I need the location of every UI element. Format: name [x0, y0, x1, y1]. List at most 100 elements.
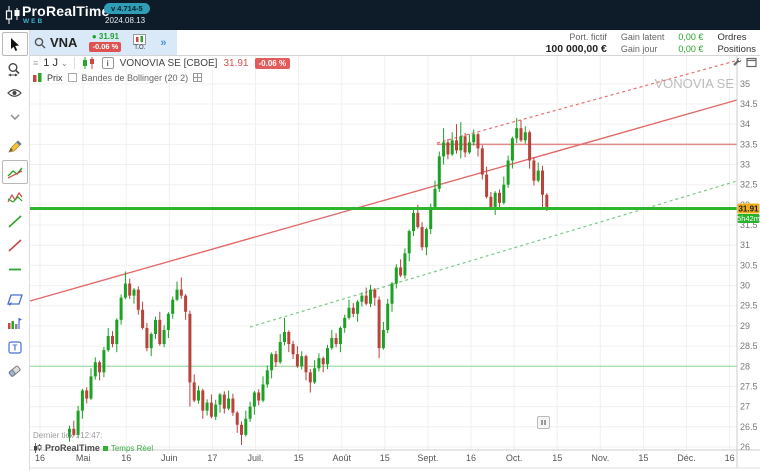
to-icon: [133, 34, 146, 45]
gain-values: 0,00 € 0,00 €: [678, 32, 703, 55]
horizontal-line-tool[interactable]: [3, 258, 27, 280]
polygon-icon: [7, 293, 23, 306]
brand-text: ProRealTime: [45, 443, 100, 453]
svg-text:35: 35: [740, 79, 750, 89]
chart-type-icon[interactable]: [81, 57, 96, 69]
svg-text:33.5: 33.5: [740, 139, 758, 149]
price-legend-label[interactable]: Prix: [47, 73, 63, 83]
svg-text:31: 31: [740, 240, 750, 250]
wrench-icon[interactable]: [731, 57, 742, 68]
svg-text:30: 30: [740, 281, 750, 291]
visibility-tool[interactable]: [3, 82, 27, 104]
svg-text:28: 28: [740, 361, 750, 371]
version-badge: v 4.714-5: [104, 3, 150, 14]
drag-handle-icon[interactable]: ≡: [33, 58, 37, 68]
timeframe-dropdown[interactable]: 1 J ⌄: [43, 57, 67, 69]
instrument-search[interactable]: VNA ● 31.91 -0.06 % T.O. »: [30, 30, 177, 55]
svg-text:29.5: 29.5: [740, 301, 758, 311]
chart-header: ≡ 1 J ⌄ i VONOVIA SE [CBOE] 31.91 -0.06 …: [33, 56, 290, 70]
price-legend-icon: [33, 73, 42, 82]
app-title-bar: ProRealTime WEB v 4.714-5 2024.08.13: [0, 0, 760, 30]
svg-text:27.5: 27.5: [740, 381, 758, 391]
svg-text:Juin: Juin: [161, 453, 178, 463]
app-logo-text: ProRealTime: [22, 3, 110, 19]
positions-link[interactable]: Positions: [717, 44, 756, 55]
last-price-mini: ● 31.91: [92, 33, 119, 41]
green-diagonal-line-icon: [8, 215, 22, 228]
svg-text:30.5: 30.5: [740, 260, 758, 270]
svg-text:Juil.: Juil.: [247, 453, 263, 463]
svg-text:33: 33: [740, 160, 750, 170]
green-horizontal-line-icon: [8, 267, 22, 272]
annotations-tool[interactable]: [3, 312, 27, 334]
patterns-tool[interactable]: [3, 186, 27, 208]
svg-text:15: 15: [638, 453, 648, 463]
red-diagonal-line-icon: [8, 239, 22, 252]
expand-panel-chevron[interactable]: »: [160, 37, 166, 49]
instrument-price: 31.91: [223, 58, 248, 69]
eraser-tool[interactable]: [3, 360, 27, 382]
chevron-down-icon: [10, 114, 20, 120]
eye-icon: [7, 88, 22, 98]
cursor-icon: [8, 37, 22, 52]
svg-text:27: 27: [740, 402, 750, 412]
event-marker-icon[interactable]: [537, 416, 550, 429]
chart-flag-icon: [7, 317, 22, 330]
gain-labels: Gain latent Gain jour: [621, 32, 665, 55]
zoom-tool[interactable]: [3, 58, 27, 80]
svg-text:34: 34: [740, 119, 750, 129]
version-date: 2024.08.13: [105, 16, 145, 25]
drawing-toolbar: T: [0, 30, 30, 471]
bollinger-label[interactable]: Bandes de Bollinger (20 2): [82, 73, 189, 83]
polygon-tool[interactable]: [3, 288, 27, 310]
portfolio-block: Port. fictif 100 000,00 €: [546, 32, 607, 55]
instrument-name: VONOVIA SE [CBOE]: [120, 58, 218, 69]
instrument-watermark: VONOVIA SE: [655, 76, 734, 91]
patterns-icon: [7, 191, 23, 204]
svg-text:Nov.: Nov.: [591, 453, 609, 463]
orders-positions: Ordres Positions: [717, 32, 756, 55]
prorealtime-mini-icon: [33, 443, 42, 453]
search-icon: [34, 37, 46, 49]
svg-text:16: 16: [121, 453, 131, 463]
svg-text:15: 15: [380, 453, 390, 463]
gain-latent-value: 0,00 €: [678, 32, 703, 43]
zoom-horizontal-icon: [7, 62, 22, 77]
realtime-label: Temps Réel: [111, 444, 153, 453]
cursor-tool[interactable]: [2, 32, 28, 56]
svg-text:Déc.: Déc.: [677, 453, 696, 463]
svg-text:Août: Août: [332, 453, 351, 463]
instrument-change-badge: -0.06 %: [255, 58, 291, 69]
svg-text:16: 16: [466, 453, 476, 463]
orders-link[interactable]: Ordres: [717, 32, 746, 43]
indicator-settings-icon[interactable]: [193, 73, 202, 82]
divider: [74, 57, 75, 69]
portfolio-label: Port. fictif: [569, 32, 607, 43]
svg-text:Mai: Mai: [76, 453, 91, 463]
app-logo-sub: WEB: [23, 18, 44, 25]
search-input[interactable]: VNA: [50, 35, 77, 50]
svg-text:32.5: 32.5: [740, 180, 758, 190]
trendlines-tool[interactable]: [2, 160, 28, 184]
axis-tools: [731, 57, 757, 68]
svg-text:29: 29: [740, 321, 750, 331]
text-icon: T: [8, 341, 22, 354]
trading-orders-button[interactable]: T.O.: [133, 34, 146, 51]
pencil-icon: [7, 140, 22, 154]
chart-legend-row: Prix Bandes de Bollinger (20 2): [33, 72, 202, 83]
svg-text:16: 16: [35, 453, 45, 463]
realtime-dot: [103, 446, 108, 451]
svg-text:17: 17: [207, 453, 217, 463]
red-line-tool[interactable]: [3, 234, 27, 256]
draw-tool[interactable]: [3, 136, 27, 158]
collapse-toolbar-chevron[interactable]: [3, 106, 27, 128]
svg-text:5h42m: 5h42m: [737, 214, 760, 223]
detach-window-icon[interactable]: [746, 57, 757, 68]
account-summary: Port. fictif 100 000,00 € Gain latent Ga…: [546, 32, 756, 55]
text-tool[interactable]: T: [3, 336, 27, 358]
green-line-tool[interactable]: [3, 210, 27, 232]
bollinger-checkbox[interactable]: [68, 73, 77, 82]
candlestick-chart[interactable]: 16Mai16Juin17Juil.15Août15Sept.16Oct.15N…: [0, 0, 760, 471]
eraser-icon: [7, 364, 22, 378]
info-icon[interactable]: i: [102, 57, 114, 69]
